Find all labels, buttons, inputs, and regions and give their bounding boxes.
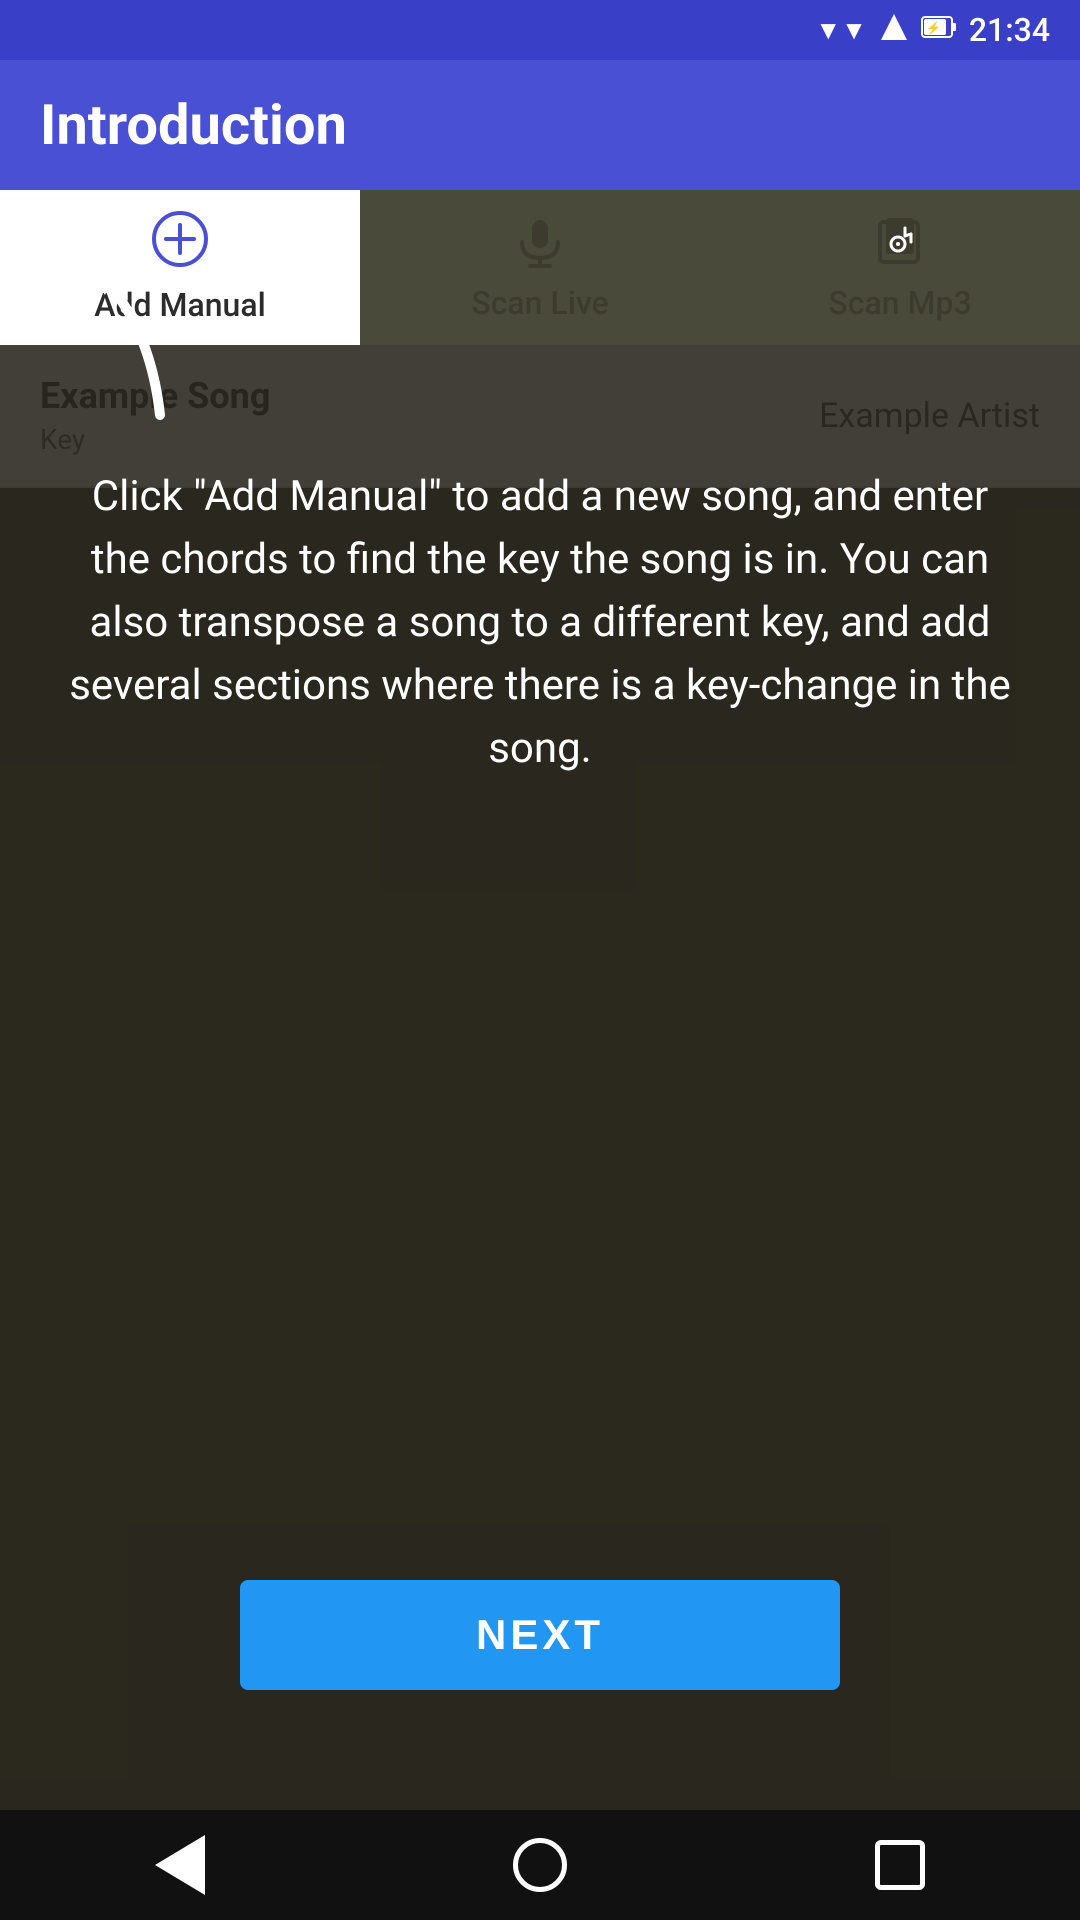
intro-overlay: Click "Add Manual" to add a new song, an… [0,345,1080,1810]
battery-icon: ⚡ [921,14,957,47]
back-button[interactable] [150,1835,210,1895]
intro-description: Click "Add Manual" to add a new song, an… [0,465,1080,780]
status-icons: ▼▼ ⚡ 21:34 [815,11,1050,49]
home-button[interactable] [510,1835,570,1895]
home-icon [513,1838,567,1892]
signal-icon [879,12,909,49]
back-icon [155,1835,205,1895]
app-bar: Introduction [0,60,1080,190]
scan-mp3-icon [872,214,928,274]
nav-bar [0,1810,1080,1920]
wifi-icon: ▼▼ [815,15,866,46]
next-button-container: NEXT [240,1580,840,1690]
arrow-indicator [70,245,210,439]
recents-icon [875,1840,925,1890]
tab-scan-live-label: Scan Live [471,284,608,322]
scan-live-icon [512,214,568,274]
status-time: 21:34 [969,11,1050,49]
content-area: Example Song Key Example Artist Click "A… [0,345,1080,1810]
svg-text:⚡: ⚡ [926,21,941,35]
next-button[interactable]: NEXT [240,1580,840,1690]
status-bar: ▼▼ ⚡ 21:34 [0,0,1080,60]
tab-scan-mp3-label: Scan Mp3 [828,284,971,322]
tab-scan-mp3[interactable]: Scan Mp3 [720,190,1080,345]
page-title: Introduction [40,92,347,158]
tab-scan-live[interactable]: Scan Live [360,190,720,345]
recents-button[interactable] [870,1835,930,1895]
